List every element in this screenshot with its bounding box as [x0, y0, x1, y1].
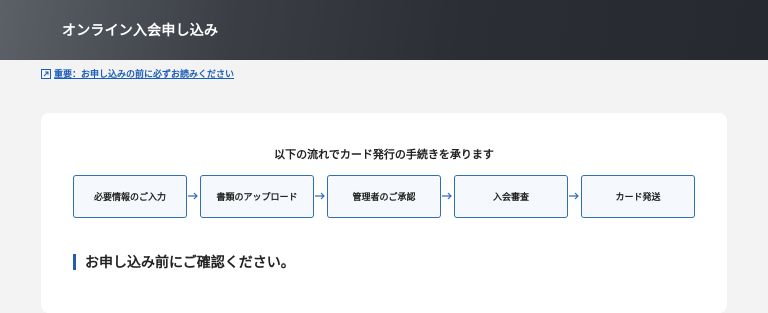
section-heading-bar: [73, 254, 76, 270]
step-shipping: カード発送: [581, 175, 695, 218]
process-steps: 必要情報のご入力 書類のアップロード 管理者のご承認 入会審査 カード発送: [73, 175, 695, 220]
section-heading: お申し込み前にご確認ください。: [73, 252, 295, 272]
step-upload: 書類のアップロード: [200, 175, 314, 218]
page-header: オンライン入会申し込み: [0, 0, 768, 60]
step-screening: 入会審査: [454, 175, 568, 218]
page-title: オンライン入会申し込み: [62, 23, 219, 39]
arrow-right-icon: [442, 192, 452, 200]
arrow-right-icon: [188, 192, 198, 200]
important-notice[interactable]: 重要：お申し込みの前に必ずお読みください: [41, 67, 234, 80]
step-input: 必要情報のご入力: [73, 175, 187, 218]
step-approval: 管理者のご承認: [327, 175, 441, 218]
external-link-icon: [41, 68, 51, 79]
arrow-right-icon: [315, 192, 325, 200]
step-label: 必要情報のご入力: [93, 193, 166, 203]
step-label: 管理者のご承認: [352, 193, 416, 203]
arrow-right-icon: [569, 192, 579, 200]
step-label: カード発送: [615, 193, 661, 203]
step-label: 書類のアップロード: [216, 193, 298, 203]
step-label: 入会審査: [492, 193, 529, 203]
important-notice-link[interactable]: 重要：お申し込みの前に必ずお読みください: [54, 67, 234, 80]
flow-heading: 以下の流れでカード発行の手続きを承ります: [274, 148, 494, 161]
main-card: 以下の流れでカード発行の手続きを承ります 必要情報のご入力 書類のアップロード …: [41, 113, 727, 313]
section-heading-text: お申し込み前にご確認ください。: [85, 255, 295, 271]
